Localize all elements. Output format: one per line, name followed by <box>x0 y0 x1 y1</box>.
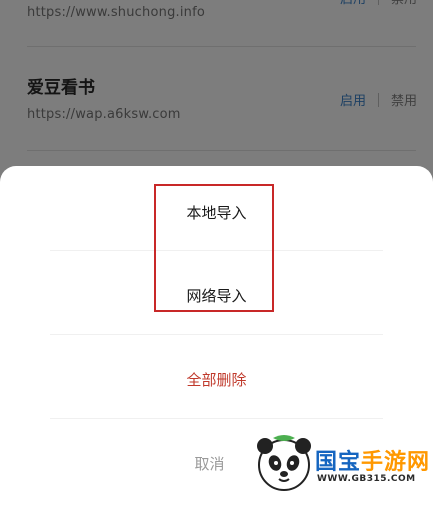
watermark-brand: 国宝手游网 <box>315 444 430 476</box>
divider <box>27 46 416 47</box>
action-separator <box>377 0 379 5</box>
highlight-box <box>154 184 274 312</box>
source-name: 爱豆看书 <box>27 78 95 98</box>
enable-button[interactable]: 启用 <box>340 0 366 7</box>
enable-button[interactable]: 启用 <box>340 94 366 109</box>
disable-button[interactable]: 禁用 <box>391 94 417 109</box>
watermark-brand-part2: 手游网 <box>361 450 431 475</box>
sheet-divider <box>50 334 383 335</box>
source-url: https://wap.a6ksw.com <box>27 107 181 122</box>
source-url: https://www.shuchong.info <box>27 5 206 20</box>
source-row-aidou[interactable]: 爱豆看书 https://wap.a6ksw.com 启用 禁用 <box>0 60 433 150</box>
source-actions: 启用 禁用 <box>340 0 417 7</box>
watermark-brand-part1: 国宝 <box>315 450 362 475</box>
panda-logo-icon <box>257 435 311 491</box>
source-row-shuchong[interactable]: https://www.shuchong.info 启用 禁用 <box>0 0 433 50</box>
disable-button[interactable]: 禁用 <box>391 0 417 7</box>
delete-all-option[interactable]: 全部删除 <box>0 369 433 390</box>
sheet-divider <box>50 418 383 419</box>
watermark: 国宝手游网 WWW.GB315.COM <box>255 432 433 499</box>
divider <box>27 150 416 151</box>
action-separator <box>377 93 379 107</box>
watermark-site: WWW.GB315.COM <box>317 474 416 484</box>
source-actions: 启用 禁用 <box>340 90 417 109</box>
